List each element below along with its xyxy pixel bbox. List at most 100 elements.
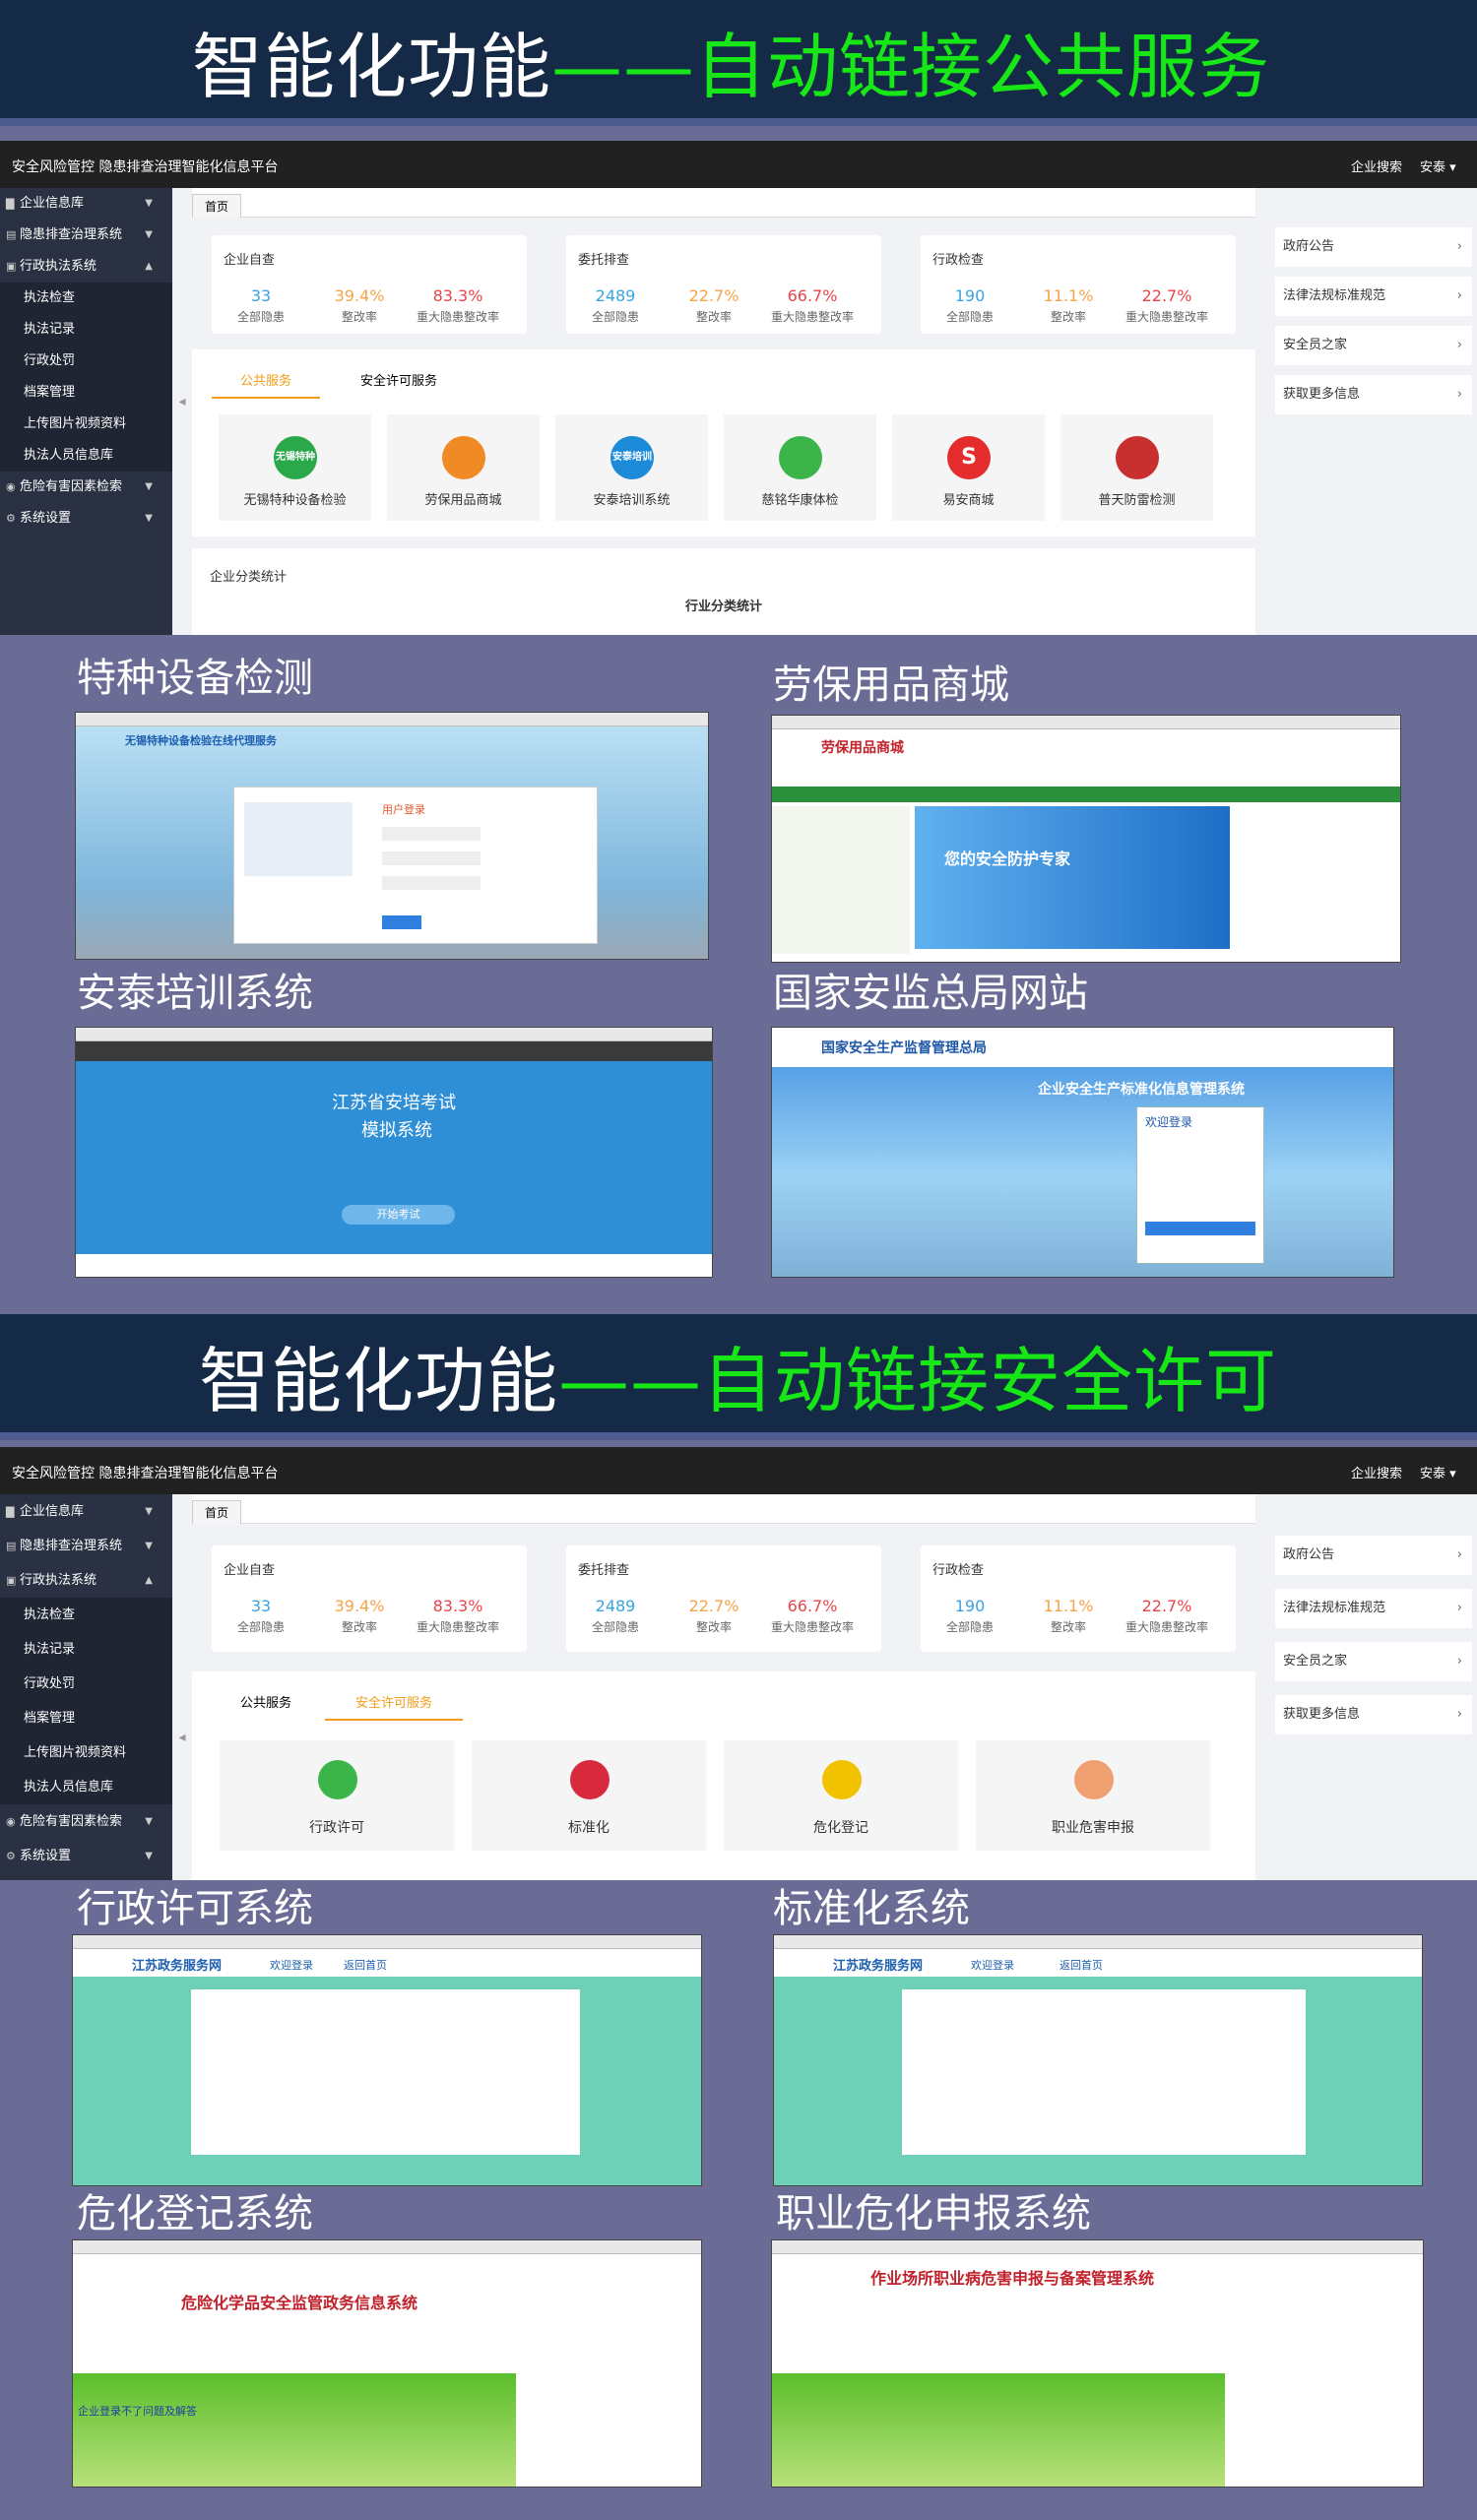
tab-license-services[interactable]: 安全许可服务 xyxy=(340,365,458,399)
app-window-license: 安全风险管控 隐患排查治理智能化信息平台 企业搜索 安泰 ▾ ▇ 企业信息库 ▼ ▤… xyxy=(0,1447,1477,1880)
sidebar-item-hazard[interactable]: ▤ 隐患排查治理系统 ▼ xyxy=(0,1529,172,1563)
classify-title: 企业分类统计 xyxy=(210,570,288,585)
enterprise-search-link[interactable]: 企业搜索 xyxy=(1351,1463,1402,1481)
sidebar-item-settings[interactable]: ⚙ 系统设置 ▼ xyxy=(0,503,172,535)
app-title: 安全风险管控 隐患排查治理智能化信息平台 xyxy=(12,159,279,175)
banner-safety-license: 智能化功能——自动链接安全许可 xyxy=(0,1314,1477,1440)
document-icon: ▤ xyxy=(6,228,17,241)
building-icon: ▇ xyxy=(6,1505,15,1518)
section-label: 标准化系统 xyxy=(773,1886,970,1931)
sidebar-subitem[interactable]: 执法记录 xyxy=(0,1632,172,1667)
shield-icon xyxy=(570,1760,610,1799)
license-tile[interactable]: 标准化 xyxy=(472,1740,706,1851)
tab-public-services[interactable]: 公共服务 xyxy=(212,1687,320,1721)
service-tile[interactable]: 慈铭华康体检 xyxy=(724,414,876,521)
service-logo-icon: 安泰培训 xyxy=(610,436,654,479)
section-label: 职业危化申报系统 xyxy=(776,2191,1091,2236)
occupational-hazard-icon xyxy=(1074,1760,1114,1799)
services-panel: 公共服务 安全许可服务 无锡特种设备 无锡特种设备检验 劳保用品商城 安泰培训 安泰… xyxy=(192,349,1255,536)
gavel-icon: ▣ xyxy=(6,1574,17,1587)
user-menu[interactable]: 安泰 ▾ xyxy=(1420,157,1456,175)
sidebar-subitem[interactable]: 档案管理 xyxy=(0,377,172,409)
sidebar-subitem[interactable]: 行政处罚 xyxy=(0,346,172,377)
classify-chart-title: 行业分类统计 xyxy=(684,599,762,614)
section-label: 劳保用品商城 xyxy=(773,662,1009,708)
gear-icon: ⚙ xyxy=(6,512,16,525)
link-more-info[interactable]: 获取更多信息 › xyxy=(1275,375,1472,414)
sidebar-item-hazard[interactable]: ▤ 隐患排查治理系统 ▼ xyxy=(0,220,172,251)
login-box: 用户登录 xyxy=(233,787,598,944)
stat-card: 委托排查 2489 全部隐患 22.7% 整改率 66.7% 重大隐患整改率 xyxy=(566,1545,881,1652)
chevron-down-icon: ▼ xyxy=(145,229,153,240)
sidebar-subitem[interactable]: 执法记录 xyxy=(0,314,172,346)
sidebar-subitem[interactable]: 档案管理 xyxy=(0,1701,172,1735)
collapse-toggle[interactable]: ◂ xyxy=(172,387,192,416)
screenshot-special-equipment: 无锡特种设备检验在线代理服务 用户登录 xyxy=(75,712,709,960)
sidebar-subitem[interactable]: 执法人员信息库 xyxy=(0,1770,172,1804)
service-tile[interactable]: 安泰培训 安泰培训系统 xyxy=(555,414,708,521)
link-safety-officer[interactable]: 安全员之家 › xyxy=(1275,1642,1472,1681)
sidebar-subitem[interactable]: 上传图片视频资料 xyxy=(0,1735,172,1770)
admin-license-icon xyxy=(318,1760,357,1799)
tab-home[interactable]: 首页 xyxy=(192,194,242,218)
sidebar-item-settings[interactable]: ⚙ 系统设置 ▼ xyxy=(0,1839,172,1873)
link-gov-announce[interactable]: 政府公告 › xyxy=(1275,1536,1472,1575)
sidebar-item-enforcement[interactable]: ▣ 行政执法系统 ▲ xyxy=(0,1563,172,1598)
sidebar: ▇ 企业信息库 ▼ ▤ 隐患排查治理系统 ▼ ▣ 行政执法系统 ▲ 执法检查 执法记录 行政… xyxy=(0,188,172,635)
service-logo-icon xyxy=(1116,436,1159,479)
screenshot-state-admin: 国家安全生产监督管理总局 企业安全生产标准化信息管理系统 欢迎登录 xyxy=(771,1027,1394,1278)
sidebar-subitem[interactable]: 执法检查 xyxy=(0,283,172,314)
enterprise-search-link[interactable]: 企业搜索 xyxy=(1351,157,1402,175)
screenshot-standardization: 江苏政务服务网 欢迎登录 返回首页 xyxy=(773,1934,1423,2186)
tab-public-services[interactable]: 公共服务 xyxy=(212,365,320,399)
sidebar-item-enforcement[interactable]: ▣ 行政执法系统 ▲ xyxy=(0,251,172,283)
link-laws[interactable]: 法律法规标准规范 › xyxy=(1275,277,1472,316)
license-tile[interactable]: 行政许可 xyxy=(220,1740,454,1851)
sidebar-subitem[interactable]: 执法人员信息库 xyxy=(0,440,172,472)
chevron-right-icon: › xyxy=(1456,288,1462,303)
stat-card: 行政检查 190 全部隐患 11.1% 整改率 22.7% 重大隐患整改率 xyxy=(921,1545,1236,1652)
service-tile[interactable]: 无锡特种设备 无锡特种设备检验 xyxy=(219,414,371,521)
sidebar-item-factors[interactable]: ◉ 危险有害因素检索 ▼ xyxy=(0,1804,172,1839)
service-logo-icon: 无锡特种设备 xyxy=(274,436,317,506)
chevron-up-icon: ▲ xyxy=(145,1575,153,1586)
service-tile[interactable]: 普天防雷检测 xyxy=(1060,414,1213,521)
chevron-right-icon: › xyxy=(1456,1601,1462,1615)
banner-public-services: 智能化功能——自动链接公共服务 xyxy=(0,0,1477,126)
top-bar: 安全风险管控 隐患排查治理智能化信息平台 企业搜索 安泰 ▾ xyxy=(0,1447,1477,1494)
chevron-down-icon: ▼ xyxy=(145,198,153,209)
sidebar-item-company[interactable]: ▇ 企业信息库 ▼ xyxy=(0,188,172,220)
stat-card: 企业自查 33 全部隐患 39.4% 整改率 83.3% 重大隐患整改率 xyxy=(212,1545,527,1652)
service-tile[interactable]: S 易安商城 xyxy=(892,414,1045,521)
collapse-toggle[interactable]: ◂ xyxy=(172,1723,192,1752)
user-menu[interactable]: 安泰 ▾ xyxy=(1420,1463,1456,1481)
screenshot-training: 江苏省安培考试 模拟系统 开始考试 xyxy=(75,1027,713,1278)
warning-icon: ◉ xyxy=(6,480,16,493)
gear-icon: ⚙ xyxy=(6,1850,16,1862)
tab-license-services[interactable]: 安全许可服务 xyxy=(325,1687,463,1721)
service-tile[interactable]: 劳保用品商城 xyxy=(387,414,540,521)
stat-card: 企业自查 33 全部隐患 39.4% 整改率 83.3% 重大隐患整改率 xyxy=(212,235,527,334)
link-safety-officer[interactable]: 安全员之家 › xyxy=(1275,326,1472,365)
license-tile[interactable]: 危化登记 xyxy=(724,1740,958,1851)
screenshot-hazchem-registration: 危险化学品安全监管政务信息系统 企业登录不了问题及解答 xyxy=(72,2239,702,2488)
section-label: 特种设备检测 xyxy=(77,656,313,701)
classify-panel: 企业分类统计 行业分类统计 xyxy=(192,548,1255,635)
link-laws[interactable]: 法律法规标准规范 › xyxy=(1275,1589,1472,1628)
tab-home[interactable]: 首页 xyxy=(192,1500,242,1524)
chevron-right-icon: › xyxy=(1456,1707,1462,1722)
sidebar-item-factors[interactable]: ◉ 危险有害因素检索 ▼ xyxy=(0,472,172,503)
sidebar-subitem[interactable]: 行政处罚 xyxy=(0,1667,172,1701)
link-more-info[interactable]: 获取更多信息 › xyxy=(1275,1695,1472,1734)
chevron-right-icon: › xyxy=(1456,338,1462,352)
sidebar-subitem[interactable]: 执法检查 xyxy=(0,1598,172,1632)
chevron-right-icon: › xyxy=(1456,239,1462,254)
sidebar-item-company[interactable]: ▇ 企业信息库 ▼ xyxy=(0,1494,172,1529)
section-label: 行政许可系统 xyxy=(77,1886,313,1931)
login-box: 欢迎登录 xyxy=(1136,1106,1264,1264)
license-tile[interactable]: 职业危害申报 xyxy=(976,1740,1210,1851)
link-gov-announce[interactable]: 政府公告 › xyxy=(1275,227,1472,267)
chevron-down-icon: ▼ xyxy=(145,513,153,524)
sidebar-subitem[interactable]: 上传图片视频资料 xyxy=(0,409,172,440)
service-logo-icon xyxy=(442,436,485,479)
